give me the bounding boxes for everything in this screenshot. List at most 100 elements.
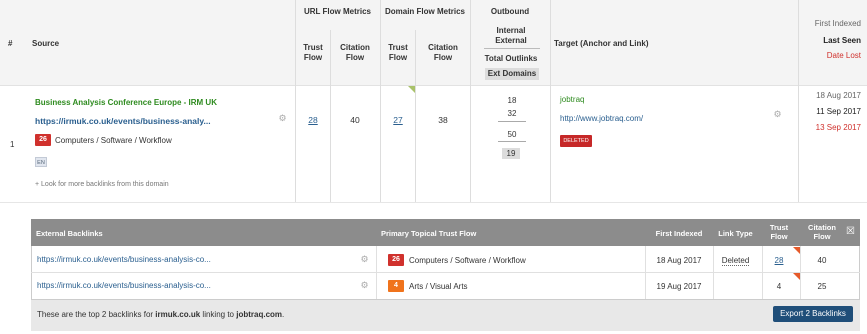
backlink-link-type: Deleted	[713, 256, 758, 266]
first-indexed-header[interactable]: First Indexed	[815, 19, 861, 28]
source-category: 26 Computers / Software / Workflow	[35, 134, 172, 146]
topic-label: Computers / Software / Workflow	[409, 255, 526, 265]
header-line: Citation	[808, 223, 836, 232]
close-icon[interactable]: ☒	[845, 226, 856, 237]
divider	[380, 86, 381, 202]
divider	[798, 86, 799, 202]
header-line: Internal	[496, 26, 526, 35]
summary-text: linking to	[200, 310, 237, 319]
source-url-link[interactable]: https://irmuk.co.uk/events/business-anal…	[35, 116, 211, 126]
external-outlinks-value: 32	[507, 109, 517, 118]
url-flow-metrics-header: URL Flow Metrics	[304, 7, 371, 16]
header-line: Flow	[813, 232, 831, 241]
topical-trust-flow-badge: 26	[35, 134, 51, 146]
external-backlinks-header: External Backlinks	[36, 229, 103, 238]
header-line: Flow	[433, 53, 453, 62]
gear-icon[interactable]: ⚙	[773, 110, 782, 119]
header-line: Trust	[303, 43, 323, 52]
divider	[798, 0, 799, 86]
header-line: Trust	[769, 223, 789, 232]
header-line: Flow	[303, 53, 323, 62]
index-column-header: #	[8, 39, 13, 48]
domain-trust-flow-value[interactable]: 27	[381, 115, 415, 125]
row-index: 1	[10, 140, 15, 149]
last-seen-value: 11 Sep 2017	[816, 107, 861, 116]
backlink-citation-flow: 40	[817, 256, 827, 265]
backlink-first-indexed: 19 Aug 2017	[656, 282, 702, 291]
header-line: Flow	[770, 232, 788, 241]
backlink-trust-flow[interactable]: 28	[762, 256, 796, 265]
topical-category: 26 Computers / Software / Workflow	[388, 254, 526, 266]
ext-domains-header[interactable]: Ext Domains	[485, 68, 539, 80]
source-column-header: Source	[32, 39, 60, 48]
language-badge: EN	[35, 157, 47, 167]
backlink-first-indexed: 18 Aug 2017	[656, 256, 702, 265]
topical-trust-flow-badge: 4	[388, 280, 404, 292]
target-domain: jobtraq.com	[236, 310, 283, 319]
domain-citation-flow-header[interactable]: Citation Flow	[416, 43, 470, 63]
target-column-header: Target (Anchor and Link)	[554, 39, 649, 48]
first-indexed-value: 18 Aug 2017	[816, 91, 861, 100]
gear-icon[interactable]: ⚙	[360, 255, 369, 264]
divider	[470, 86, 471, 202]
source-title-link[interactable]: Business Analysis Conference Europe - IR…	[35, 98, 217, 107]
url-trust-flow-header[interactable]: Trust Flow	[296, 43, 330, 63]
gear-icon[interactable]: ⚙	[360, 281, 369, 290]
summary-text: .	[282, 310, 285, 319]
divider	[550, 0, 551, 86]
domain-trust-flow-header[interactable]: Trust Flow	[381, 43, 415, 63]
backlink-url-link[interactable]: https://irmuk.co.uk/events/business-anal…	[37, 255, 211, 264]
divider	[484, 48, 540, 49]
date-lost-value: 13 Sep 2017	[815, 123, 861, 132]
header-line: Citation	[428, 43, 458, 52]
total-outlinks-header[interactable]: Total Outlinks	[476, 54, 546, 63]
target-url-link[interactable]: http://www.jobtraq.com/	[560, 114, 643, 123]
divider	[415, 86, 416, 202]
row-divider	[0, 202, 867, 203]
more-backlinks-link[interactable]: + Look for more backlinks from this doma…	[35, 181, 169, 188]
backlink-citation-flow: 25	[817, 282, 827, 291]
internal-external-header[interactable]: Internal External	[485, 26, 537, 46]
gear-icon[interactable]: ⚙	[278, 114, 287, 123]
summary-text: These are the top 2 backlinks for	[37, 310, 156, 319]
header-line: External	[495, 36, 527, 45]
ext-domains-value: 19	[502, 148, 520, 159]
header-line: Citation	[340, 43, 370, 52]
category-label: Computers / Software / Workflow	[55, 135, 172, 145]
url-citation-flow-value: 40	[350, 115, 360, 125]
topical-category: 4 Arts / Visual Arts	[388, 280, 468, 292]
trust-flow-column-header: Trust Flow	[762, 223, 796, 241]
last-seen-header[interactable]: Last Seen	[823, 36, 861, 45]
first-indexed-column-header: First Indexed	[655, 229, 703, 238]
marker-icon	[793, 273, 800, 280]
source-domain: irmuk.co.uk	[155, 310, 201, 319]
row-divider	[31, 272, 860, 273]
marker-icon	[793, 247, 800, 254]
topical-trust-flow-badge: 26	[388, 254, 404, 266]
divider	[330, 86, 331, 202]
backlinks-summary: These are the top 2 backlinks for irmuk.…	[37, 310, 284, 319]
deleted-status-badge: DELETED	[560, 135, 592, 147]
citation-flow-column-header: Citation Flow	[800, 223, 844, 241]
export-backlinks-button[interactable]: Export 2 Backlinks	[773, 306, 853, 322]
header-line: Flow	[345, 53, 365, 62]
marker-icon	[408, 86, 415, 93]
total-outlinks-value: 50	[507, 130, 517, 139]
url-citation-flow-header[interactable]: Citation Flow	[331, 43, 379, 63]
domain-flow-metrics-header: Domain Flow Metrics	[384, 7, 465, 16]
primary-topical-header: Primary Topical Trust Flow	[381, 229, 477, 238]
url-trust-flow-value[interactable]: 28	[296, 115, 330, 125]
date-lost-header[interactable]: Date Lost	[827, 51, 861, 60]
target-anchor-text: jobtraq	[560, 95, 585, 104]
domain-citation-flow-value: 38	[438, 115, 448, 125]
internal-outlinks-value: 18	[507, 96, 517, 105]
header-line: Trust	[388, 43, 408, 52]
divider	[550, 86, 551, 202]
topic-label: Arts / Visual Arts	[409, 281, 468, 291]
link-type-column-header: Link Type	[718, 229, 753, 238]
outbound-header: Outbound	[490, 7, 530, 16]
backlink-url-link[interactable]: https://irmuk.co.uk/events/business-anal…	[37, 281, 211, 290]
link-type-label: Deleted	[721, 256, 750, 266]
divider	[498, 121, 526, 122]
divider	[295, 86, 296, 202]
